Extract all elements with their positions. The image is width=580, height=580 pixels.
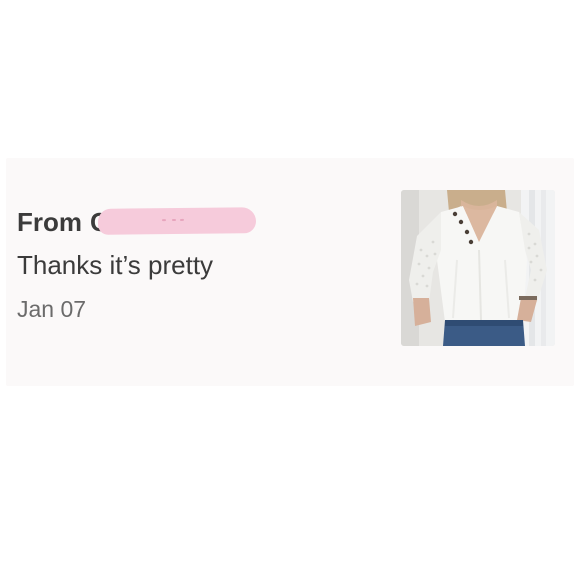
message-text: Thanks it’s pretty — [17, 250, 214, 280]
message-date: Jan 07 — [17, 296, 87, 322]
from-label: From — [17, 206, 82, 237]
product-photo-image — [401, 190, 555, 346]
review-message-card[interactable]: From Ci Thanks it’s pretty Jan 07 — [6, 158, 574, 386]
sender-name-redaction — [97, 207, 257, 235]
product-thumbnail[interactable] — [401, 190, 555, 346]
